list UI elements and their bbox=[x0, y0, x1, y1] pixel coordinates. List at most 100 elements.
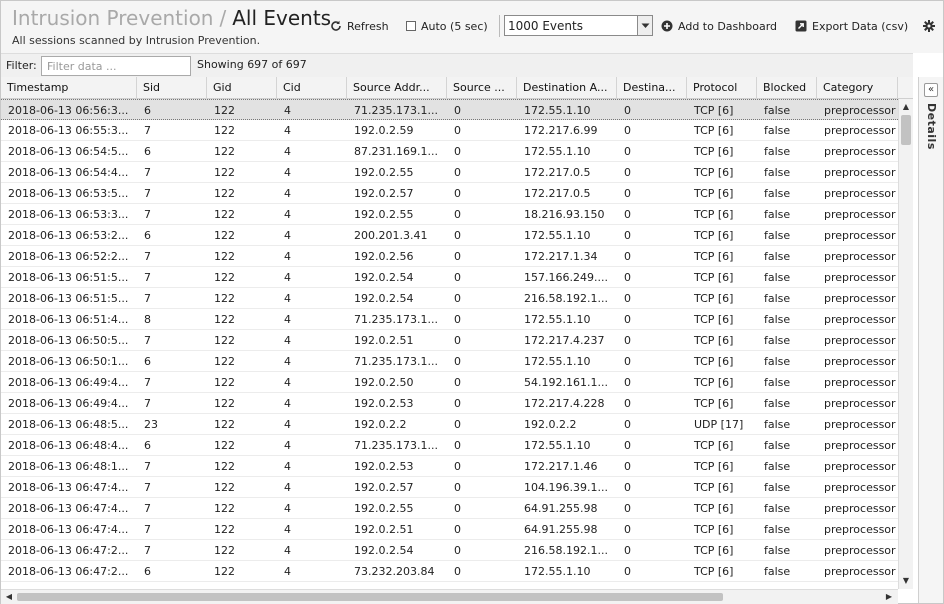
table-cell: 7 bbox=[144, 481, 151, 494]
table-row[interactable]: 2018-06-13 06:50:5... 7 122 4 192.0.2.51 0 172… bbox=[1, 330, 898, 351]
scroll-up-icon[interactable]: ▲ bbox=[901, 102, 911, 112]
table-row[interactable]: 2018-06-13 06:48:1... 7 122 4 192.0.2.53 0 172… bbox=[1, 456, 898, 477]
table-row[interactable]: 2018-06-13 06:53:2... 6 122 4 200.201.3.41 0 1… bbox=[1, 225, 898, 246]
table-cell: 172.217.4.237 bbox=[524, 334, 605, 347]
table-cell: 7 bbox=[144, 292, 151, 305]
table-cell: 0 bbox=[624, 523, 631, 536]
column-header[interactable]: Cid bbox=[277, 77, 347, 99]
table-cell: 2018-06-13 06:51:5... bbox=[8, 292, 129, 305]
table-cell: TCP [6] bbox=[694, 166, 734, 179]
table-cell: TCP [6] bbox=[694, 460, 734, 473]
export-csv-button[interactable]: Export Data (csv) bbox=[795, 17, 908, 35]
table-cell: TCP [6] bbox=[694, 523, 734, 536]
table-row[interactable]: 2018-06-13 06:47:2... 7 122 4 192.0.2.54 0 216… bbox=[1, 540, 898, 561]
table-cell: 172.217.1.46 bbox=[524, 460, 598, 473]
column-header[interactable]: Source Addr... bbox=[347, 77, 447, 99]
table-cell: 172.217.4.228 bbox=[524, 397, 605, 410]
column-header[interactable]: Destina... bbox=[617, 77, 687, 99]
column-header[interactable]: Category bbox=[817, 77, 898, 99]
table-cell: 0 bbox=[454, 334, 461, 347]
table-cell: TCP [6] bbox=[694, 502, 734, 515]
vertical-scroll-thumb[interactable] bbox=[901, 115, 911, 145]
table-cell: 192.0.2.2 bbox=[524, 418, 577, 431]
column-header[interactable]: Gid bbox=[207, 77, 277, 99]
double-chevron-left-icon[interactable]: « bbox=[924, 83, 938, 97]
record-count: Showing 697 of 697 bbox=[197, 58, 307, 71]
table-row[interactable]: 2018-06-13 06:48:4... 6 122 4 71.235.173.1..… bbox=[1, 435, 898, 456]
table-cell: TCP [6] bbox=[694, 439, 734, 452]
horizontal-scroll-thumb[interactable] bbox=[17, 593, 723, 601]
table-cell: 7 bbox=[144, 271, 151, 284]
column-header[interactable]: Timestamp bbox=[1, 77, 137, 99]
table-row[interactable]: 2018-06-13 06:53:3... 7 122 4 192.0.2.55 0 18.… bbox=[1, 204, 898, 225]
table-row[interactable]: 2018-06-13 06:53:5... 7 122 4 192.0.2.57 0 172… bbox=[1, 183, 898, 204]
table-cell: 4 bbox=[284, 355, 291, 368]
table-row[interactable]: 2018-06-13 06:51:4... 8 122 4 71.235.173.1..… bbox=[1, 309, 898, 330]
filter-input[interactable] bbox=[41, 56, 191, 76]
details-panel[interactable]: « Details bbox=[918, 77, 943, 603]
table-row[interactable]: 2018-06-13 06:51:5... 7 122 4 192.0.2.54 0 216… bbox=[1, 288, 898, 309]
table-row[interactable]: 2018-06-13 06:47:4... 7 122 4 192.0.2.57 0 104… bbox=[1, 477, 898, 498]
table-cell: 2018-06-13 06:47:2... bbox=[8, 544, 129, 557]
vertical-scrollbar[interactable]: ▲ ▼ bbox=[898, 99, 913, 589]
table-cell: 0 bbox=[624, 544, 631, 557]
table-cell: TCP [6] bbox=[694, 481, 734, 494]
scroll-right-icon[interactable]: ▶ bbox=[884, 592, 894, 602]
auto-refresh-toggle[interactable]: Auto (5 sec) bbox=[406, 17, 488, 35]
table-cell: false bbox=[764, 292, 791, 305]
table-cell: 0 bbox=[454, 460, 461, 473]
column-header[interactable]: Source ... bbox=[447, 77, 517, 99]
table-cell: 2018-06-13 06:47:4... bbox=[8, 523, 129, 536]
table-cell: 2018-06-13 06:50:1... bbox=[8, 355, 129, 368]
add-to-dashboard-button[interactable]: Add to Dashboard bbox=[661, 17, 777, 35]
table-cell: preprocessor bbox=[824, 397, 896, 410]
table-row[interactable]: 2018-06-13 06:47:2... 6 122 4 73.232.203.84 0… bbox=[1, 561, 898, 582]
scroll-down-icon[interactable]: ▼ bbox=[901, 576, 911, 586]
table-cell: 172.55.1.10 bbox=[524, 145, 591, 158]
table-row[interactable]: 2018-06-13 06:54:5... 6 122 4 87.231.169.1..… bbox=[1, 141, 898, 162]
table-cell: 122 bbox=[214, 313, 235, 326]
table-cell: 4 bbox=[284, 439, 291, 452]
table-cell: 0 bbox=[454, 502, 461, 515]
table-cell: 172.55.1.10 bbox=[524, 565, 591, 578]
table-row[interactable]: 2018-06-13 06:54:4... 7 122 4 192.0.2.55 0 172… bbox=[1, 162, 898, 183]
table-row[interactable]: 2018-06-13 06:48:5... 23 122 4 192.0.2.2 0 192… bbox=[1, 414, 898, 435]
horizontal-scrollbar[interactable]: ◀ ▶ bbox=[1, 589, 898, 604]
settings-button[interactable] bbox=[923, 17, 935, 35]
breadcrumb-intrusion-prevention[interactable]: Intrusion Prevention bbox=[12, 6, 213, 30]
table-cell: 0 bbox=[454, 355, 461, 368]
table-cell: 0 bbox=[624, 460, 631, 473]
chevron-down-icon[interactable] bbox=[637, 16, 652, 35]
table-row[interactable]: 2018-06-13 06:47:4... 7 122 4 192.0.2.55 0 64.… bbox=[1, 498, 898, 519]
events-limit-select[interactable]: 1000 Events bbox=[504, 15, 653, 36]
table-cell: 0 bbox=[454, 313, 461, 326]
column-header[interactable]: Destination A... bbox=[517, 77, 617, 99]
plus-circle-icon bbox=[661, 20, 673, 32]
table-cell: 2018-06-13 06:50:5... bbox=[8, 334, 129, 347]
table-cell: 192.0.2.56 bbox=[354, 250, 414, 263]
table-row[interactable]: 2018-06-13 06:50:1... 6 122 4 71.235.173.1..… bbox=[1, 351, 898, 372]
table-cell: 216.58.192.1... bbox=[524, 292, 608, 305]
details-panel-label[interactable]: Details bbox=[925, 103, 938, 150]
column-header[interactable]: Protocol bbox=[687, 77, 757, 99]
auto-refresh-checkbox[interactable] bbox=[406, 21, 416, 31]
table-row[interactable]: 2018-06-13 06:49:4... 7 122 4 192.0.2.50 0 54.… bbox=[1, 372, 898, 393]
table-row[interactable]: 2018-06-13 06:47:4... 7 122 4 192.0.2.51 0 64.… bbox=[1, 519, 898, 540]
scroll-left-icon[interactable]: ◀ bbox=[4, 592, 14, 602]
refresh-button[interactable]: Refresh bbox=[330, 17, 389, 35]
table-cell: 192.0.2.51 bbox=[354, 334, 414, 347]
table-cell: 71.235.173.1... bbox=[354, 313, 438, 326]
table-cell: false bbox=[764, 250, 791, 263]
table-cell: 122 bbox=[214, 439, 235, 452]
table-row[interactable]: 2018-06-13 06:55:3... 7 122 4 192.0.2.59 0 172… bbox=[1, 120, 898, 141]
table-cell: 4 bbox=[284, 187, 291, 200]
table-row[interactable]: 2018-06-13 06:56:3... 6 122 4 71.235.173.1..… bbox=[1, 99, 898, 120]
table-row[interactable]: 2018-06-13 06:49:4... 7 122 4 192.0.2.53 0 172… bbox=[1, 393, 898, 414]
table-row[interactable]: 2018-06-13 06:52:2... 7 122 4 192.0.2.56 0 172… bbox=[1, 246, 898, 267]
column-header[interactable]: Sid bbox=[137, 77, 207, 99]
table-cell: false bbox=[764, 104, 791, 117]
table-cell: preprocessor bbox=[824, 376, 896, 389]
column-header[interactable]: Blocked bbox=[757, 77, 817, 99]
table-row[interactable]: 2018-06-13 06:51:5... 7 122 4 192.0.2.54 0 157… bbox=[1, 267, 898, 288]
table-cell: 122 bbox=[214, 124, 235, 137]
